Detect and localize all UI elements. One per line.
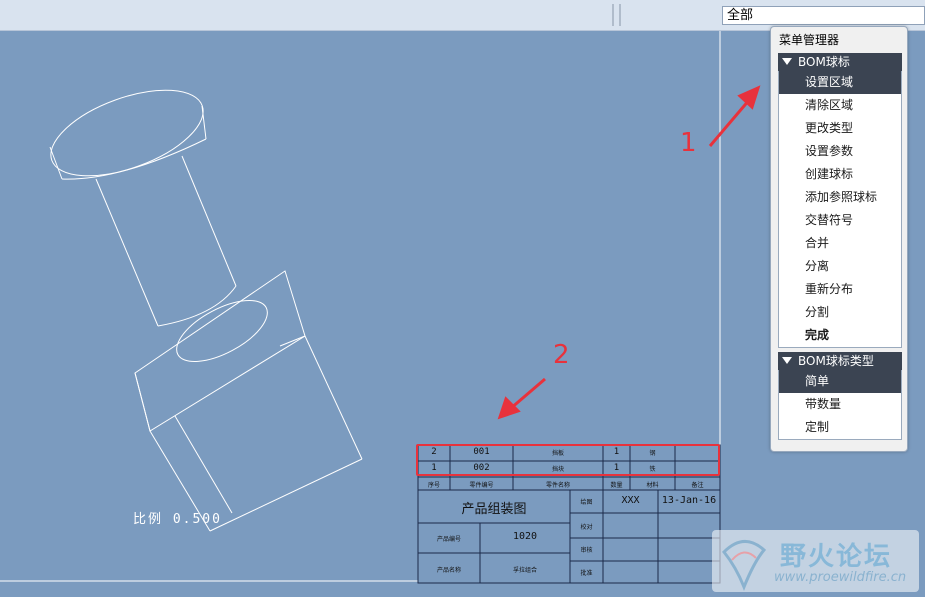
- menu-item-set-params[interactable]: 设置参数: [779, 140, 901, 163]
- product-no-label: 产品编号: [436, 536, 461, 543]
- group-header[interactable]: BOM球标: [778, 53, 902, 71]
- review-label: 审核: [580, 547, 593, 554]
- product-no-value: 1020: [512, 531, 538, 542]
- scale-label: 比例 0.500: [133, 512, 222, 527]
- toolbar-separator: [612, 4, 614, 26]
- product-name-value: 孚拉组合: [512, 567, 537, 574]
- bom-header-cell: 材料: [646, 482, 659, 489]
- date-value: 13-Jan-16: [661, 495, 717, 506]
- arrow-2: [497, 377, 546, 420]
- group-label: BOM球标类型: [798, 354, 874, 368]
- watermark: 野火论坛 www.proewildfire.cn: [712, 530, 919, 592]
- menu-item-create-balloon[interactable]: 创建球标: [779, 163, 901, 186]
- bom-header-cell: 零件名称: [545, 482, 570, 489]
- menu-item-add-ref-balloon[interactable]: 添加参照球标: [779, 186, 901, 209]
- menu-item-simple[interactable]: 简单: [779, 370, 901, 393]
- drawing-name: 产品组装图: [461, 502, 527, 517]
- menu-item-merge[interactable]: 合并: [779, 232, 901, 255]
- bom-highlight-box: [416, 444, 720, 476]
- group-items: 设置区域 清除区域 更改类型 设置参数 创建球标 添加参照球标 交替符号 合并 …: [778, 71, 902, 348]
- menu-item-alt-symbol[interactable]: 交替符号: [779, 209, 901, 232]
- menu-item-separate[interactable]: 分离: [779, 255, 901, 278]
- bolt-part: [49, 89, 237, 327]
- check-label: 校对: [580, 524, 593, 531]
- menu-item-custom[interactable]: 定制: [779, 416, 901, 439]
- approve-label: 批准: [580, 570, 593, 577]
- bom-header-cell: 序号: [427, 482, 440, 489]
- nut-part: [134, 270, 363, 532]
- triangle-down-icon: [782, 357, 792, 364]
- group-header[interactable]: BOM球标类型: [778, 352, 902, 370]
- menu-title: 菜单管理器: [779, 33, 840, 47]
- bom-header-cell: 数量: [610, 482, 623, 489]
- callout-1: 1: [680, 128, 697, 158]
- menu-item-with-quantity[interactable]: 带数量: [779, 393, 901, 416]
- bom-header-cell: 备注: [691, 482, 704, 489]
- group-label: BOM球标: [798, 55, 850, 69]
- arrow-1: [708, 85, 761, 147]
- menu-item-redistribute[interactable]: 重新分布: [779, 278, 901, 301]
- designer-label: 绘图: [580, 499, 593, 506]
- menu-group-balloon-type: BOM球标类型 简单 带数量 定制: [778, 352, 902, 440]
- bom-header-cell: 零件编号: [469, 482, 494, 489]
- watermark-url: www.proewildfire.cn: [774, 570, 907, 585]
- filter-dropdown[interactable]: 全部: [722, 6, 925, 25]
- menu-item-set-region[interactable]: 设置区域: [779, 71, 901, 94]
- watermark-logo-icon: [721, 540, 767, 592]
- watermark-name: 野火论坛: [780, 542, 893, 572]
- callout-2: 2: [553, 340, 570, 370]
- menu-item-clear-region[interactable]: 清除区域: [779, 94, 901, 117]
- designer-value: XXX: [621, 495, 640, 506]
- group-items: 简单 带数量 定制: [778, 370, 902, 440]
- menu-item-split[interactable]: 分割: [779, 301, 901, 324]
- menu-item-change-type[interactable]: 更改类型: [779, 117, 901, 140]
- menu-group-bom-balloon: BOM球标 设置区域 清除区域 更改类型 设置参数 创建球标 添加参照球标 交替…: [778, 53, 902, 348]
- toolbar-separator: [619, 4, 621, 26]
- menu-manager: 菜单管理器 BOM球标 设置区域 清除区域 更改类型 设置参数 创建球标 添加参…: [770, 26, 908, 452]
- triangle-down-icon: [782, 58, 792, 65]
- product-name-label: 产品名称: [436, 567, 461, 574]
- menu-item-done[interactable]: 完成: [779, 324, 901, 347]
